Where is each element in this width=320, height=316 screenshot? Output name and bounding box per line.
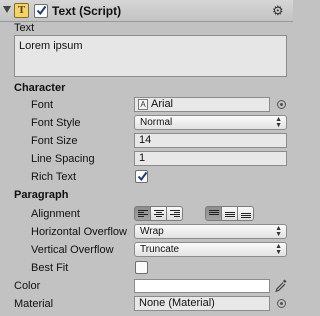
- text-label: Text: [14, 22, 35, 34]
- line-spacing-label: Line Spacing: [31, 153, 95, 165]
- object-picker-icon[interactable]: [277, 299, 286, 308]
- font-asset-icon: A: [138, 99, 148, 110]
- best-fit-label: Best Fit: [31, 262, 69, 274]
- dropdown-arrows-icon: ▲ ▼: [275, 225, 282, 238]
- material-field[interactable]: None (Material): [134, 296, 270, 311]
- horizontal-overflow-label: Horizontal Overflow: [31, 226, 127, 238]
- material-label: Material: [14, 298, 54, 310]
- align-center-icon: [154, 210, 164, 217]
- font-size-input[interactable]: 14: [134, 133, 287, 148]
- align-bottom-button[interactable]: [237, 206, 254, 221]
- component-header: T Text (Script) ⚙: [0, 0, 293, 22]
- font-style-label: Font Style: [31, 117, 81, 129]
- best-fit-checkbox[interactable]: [135, 261, 148, 274]
- vertical-overflow-dropdown[interactable]: Truncate ▲ ▼: [134, 242, 287, 257]
- checkmark-icon: [137, 171, 148, 182]
- font-field[interactable]: A Arial: [134, 97, 270, 112]
- checkmark-icon: [36, 5, 47, 16]
- align-right-button[interactable]: [166, 206, 183, 221]
- vertical-alignment-group: [205, 206, 254, 221]
- color-label: Color: [14, 280, 41, 292]
- line-spacing-input[interactable]: 1: [134, 151, 287, 166]
- foldout-arrow-icon[interactable]: [3, 6, 11, 13]
- vertical-overflow-label: Vertical Overflow: [31, 244, 114, 256]
- align-right-icon: [170, 210, 180, 217]
- vertical-overflow-value: Truncate: [140, 244, 180, 255]
- color-swatch-field[interactable]: [134, 279, 270, 293]
- align-top-icon: [209, 210, 219, 215]
- component-title: Text (Script): [52, 4, 122, 18]
- horizontal-overflow-value: Wrap: [140, 226, 164, 237]
- alignment-label: Alignment: [31, 208, 80, 220]
- font-label: Font: [31, 99, 54, 111]
- font-picker-icon[interactable]: [277, 100, 286, 109]
- align-center-button[interactable]: [150, 206, 167, 221]
- rich-text-label: Rich Text: [31, 171, 77, 183]
- character-section-label: Character: [14, 82, 66, 94]
- horizontal-overflow-dropdown[interactable]: Wrap ▲ ▼: [134, 224, 287, 239]
- dropdown-arrows-icon: ▲ ▼: [275, 243, 282, 256]
- horizontal-alignment-group: [134, 206, 183, 221]
- paragraph-section-label: Paragraph: [14, 189, 69, 201]
- font-size-label: Font Size: [31, 135, 78, 147]
- dropdown-arrows-icon: ▲ ▼: [275, 116, 282, 129]
- text-input-area[interactable]: Lorem ipsum: [14, 35, 287, 77]
- align-left-icon: [138, 210, 148, 217]
- align-middle-button[interactable]: [221, 206, 238, 221]
- gear-icon[interactable]: ⚙: [272, 3, 284, 19]
- align-top-button[interactable]: [205, 206, 222, 221]
- font-style-dropdown[interactable]: Normal ▲ ▼: [134, 115, 287, 130]
- font-style-value: Normal: [140, 117, 173, 128]
- font-value: Arial: [151, 98, 174, 110]
- text-component-icon: T: [14, 3, 29, 18]
- rich-text-checkbox[interactable]: [135, 170, 148, 183]
- align-bottom-icon: [241, 213, 251, 218]
- eyedropper-icon[interactable]: [274, 278, 288, 294]
- align-left-button[interactable]: [134, 206, 151, 221]
- component-enabled-checkbox[interactable]: [34, 4, 48, 18]
- align-middle-icon: [225, 212, 235, 217]
